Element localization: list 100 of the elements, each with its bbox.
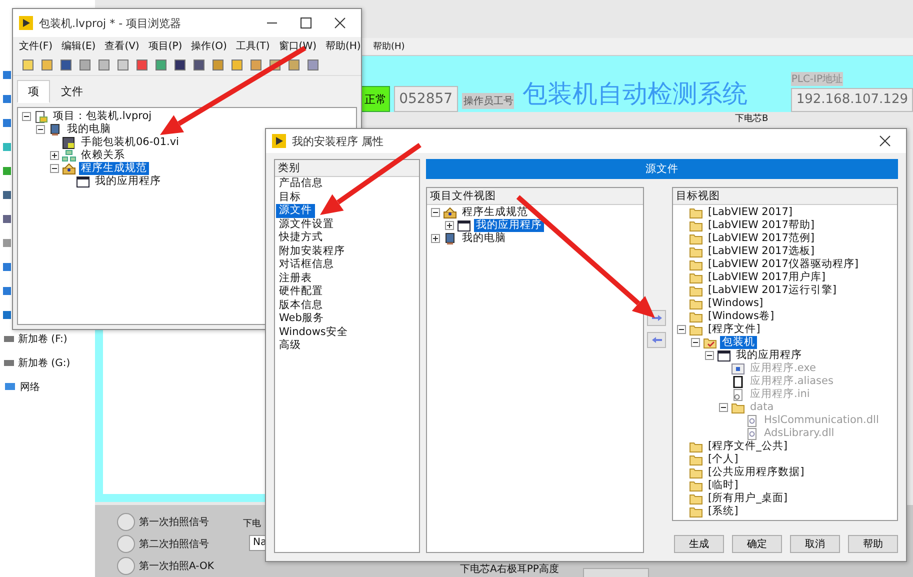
toolbar-icon[interactable] xyxy=(173,58,187,72)
sidebar-icon[interactable] xyxy=(2,262,12,272)
category-item[interactable]: 附加安装程序 xyxy=(276,244,348,258)
dialog-button[interactable]: 取消 xyxy=(790,535,840,553)
tree-item[interactable]: 我的应用程序 xyxy=(474,219,544,232)
tree-item[interactable]: 我的电脑 xyxy=(460,232,508,245)
expand-toggle-icon[interactable] xyxy=(445,221,454,230)
indicator-label: 第二次拍照信号 xyxy=(139,538,209,551)
category-item[interactable]: 版本信息 xyxy=(276,298,326,312)
close-icon[interactable] xyxy=(333,16,347,30)
category-item[interactable]: 高级 xyxy=(276,339,304,352)
expand-toggle-icon[interactable] xyxy=(50,151,59,160)
tree-item[interactable]: [程序文件] xyxy=(706,323,762,336)
collapse-toggle-icon[interactable] xyxy=(691,338,700,347)
category-item[interactable]: 目标 xyxy=(276,190,304,204)
folder-icon xyxy=(689,298,703,310)
category-item[interactable]: 源文件 xyxy=(276,204,315,218)
sidebar-icon[interactable] xyxy=(2,310,12,320)
dependencies-icon xyxy=(62,150,76,162)
tree-item[interactable]: [Windows卷] xyxy=(706,310,776,323)
tree-item[interactable]: 包装机 xyxy=(720,336,757,349)
tree-item[interactable]: [LabVIEW 2017仪器驱动程序] xyxy=(706,258,860,271)
sidebar-icon[interactable] xyxy=(2,166,12,176)
menu-item[interactable]: 项目(P) xyxy=(148,39,182,53)
category-item[interactable]: Web服务 xyxy=(276,312,327,326)
toolbar-icon[interactable] xyxy=(192,58,206,72)
category-item[interactable]: 产品信息 xyxy=(276,177,326,190)
collapse-toggle-icon[interactable] xyxy=(431,208,440,217)
tree-item[interactable]: [系统] xyxy=(706,505,740,518)
close-icon[interactable] xyxy=(878,134,892,148)
sidebar-item[interactable]: 新加卷 (F:) xyxy=(18,332,68,346)
tab[interactable]: 文件 xyxy=(50,80,94,103)
category-item[interactable]: 注册表 xyxy=(276,272,315,285)
tree-item[interactable]: 我的应用程序 xyxy=(734,349,804,362)
tree-item[interactable]: [LabVIEW 2017运行引擎] xyxy=(706,284,838,297)
app-title: 包装机自动检测系统 xyxy=(522,78,748,110)
menu-item[interactable]: 工具(T) xyxy=(236,39,270,53)
tree-item[interactable]: 依赖关系 xyxy=(79,149,127,162)
sidebar-item[interactable]: 网络 xyxy=(20,380,40,394)
category-item[interactable]: Windows安全 xyxy=(276,326,351,339)
sidebar-icon[interactable] xyxy=(2,190,12,200)
tree-item[interactable]: 我的电脑 xyxy=(65,123,113,136)
status-button[interactable]: 正常 xyxy=(361,86,390,112)
window-icon xyxy=(76,176,90,188)
collapse-toggle-icon[interactable] xyxy=(50,164,59,173)
sidebar-item[interactable]: 新加卷 (G:) xyxy=(18,356,70,370)
sidebar-icon[interactable] xyxy=(2,286,12,296)
remove-button[interactable] xyxy=(647,332,666,348)
ip-field[interactable]: 192.168.107.129 xyxy=(791,88,913,112)
collapse-toggle-icon[interactable] xyxy=(22,112,31,121)
maximize-icon[interactable] xyxy=(299,16,313,30)
menu-item[interactable]: 编辑(E) xyxy=(62,39,96,53)
dialog-button[interactable]: 生成 xyxy=(674,535,724,553)
folder-icon xyxy=(689,246,703,258)
tree-item[interactable]: 程序生成规范 xyxy=(460,206,530,219)
menu-item[interactable]: 操作(O) xyxy=(191,39,227,53)
tree-item[interactable]: 手能包装机06-01.vi xyxy=(79,136,181,149)
tree-item[interactable]: [LabVIEW 2017用户库] xyxy=(706,271,828,284)
sidebar-icon[interactable] xyxy=(2,118,12,128)
expand-toggle-icon[interactable] xyxy=(431,234,440,243)
tree-item[interactable]: 项目：包装机.lvproj xyxy=(51,110,154,123)
sidebar-icon[interactable] xyxy=(2,70,12,80)
folder-icon xyxy=(689,284,703,296)
sidebar-icon[interactable] xyxy=(2,214,12,224)
folder-icon xyxy=(689,466,703,478)
collapse-toggle-icon[interactable] xyxy=(705,351,714,360)
collapse-toggle-icon[interactable] xyxy=(36,125,45,134)
tree-item[interactable]: [LabVIEW 2017范例] xyxy=(706,232,816,245)
field-label: 下电 xyxy=(243,518,261,530)
menu-item[interactable]: 帮助(H) xyxy=(326,39,361,53)
tree-item[interactable]: [所有用户_桌面] xyxy=(706,492,790,505)
toolbar-icon[interactable] xyxy=(59,58,73,72)
tree-item[interactable]: [Windows] xyxy=(706,297,766,310)
category-item[interactable]: 源文件设置 xyxy=(276,218,337,231)
operator-id-field[interactable]: 052857 xyxy=(394,86,458,112)
category-item[interactable]: 硬件配置 xyxy=(276,285,326,298)
menu-item[interactable]: 查看(V) xyxy=(104,39,140,53)
tree-item[interactable]: [程序文件_公共] xyxy=(706,440,790,453)
sidebar-icon[interactable] xyxy=(2,238,12,248)
sidebar-icon[interactable] xyxy=(2,94,12,104)
exe-icon xyxy=(731,362,745,374)
menu-item[interactable]: 文件(F) xyxy=(19,39,53,53)
tree-item[interactable]: [LabVIEW 2017选板] xyxy=(706,245,816,258)
tab[interactable]: 项 xyxy=(17,80,50,103)
tree-item[interactable]: [LabVIEW 2017] xyxy=(706,206,794,219)
window-icon xyxy=(457,220,471,232)
dialog-button[interactable]: 帮助 xyxy=(848,535,898,553)
dialog-button[interactable]: 确定 xyxy=(732,535,782,553)
tree-item[interactable]: [个人] xyxy=(706,453,740,466)
tree-item[interactable]: 程序生成规范 xyxy=(79,162,149,175)
tree-item[interactable]: [LabVIEW 2017帮助] xyxy=(706,219,816,232)
category-item[interactable]: 快捷方式 xyxy=(276,231,326,244)
tree-item[interactable]: 我的应用程序 xyxy=(93,175,163,188)
collapse-toggle-icon[interactable] xyxy=(677,325,686,334)
tree-item[interactable]: [公共应用程序数据] xyxy=(706,466,806,479)
category-item[interactable]: 对话框信息 xyxy=(276,258,337,272)
library-file-icon xyxy=(745,414,759,426)
tree-item[interactable]: [临时] xyxy=(706,479,740,492)
menu-item[interactable]: 帮助(H) xyxy=(373,40,405,53)
collapse-toggle-icon[interactable] xyxy=(719,403,728,412)
